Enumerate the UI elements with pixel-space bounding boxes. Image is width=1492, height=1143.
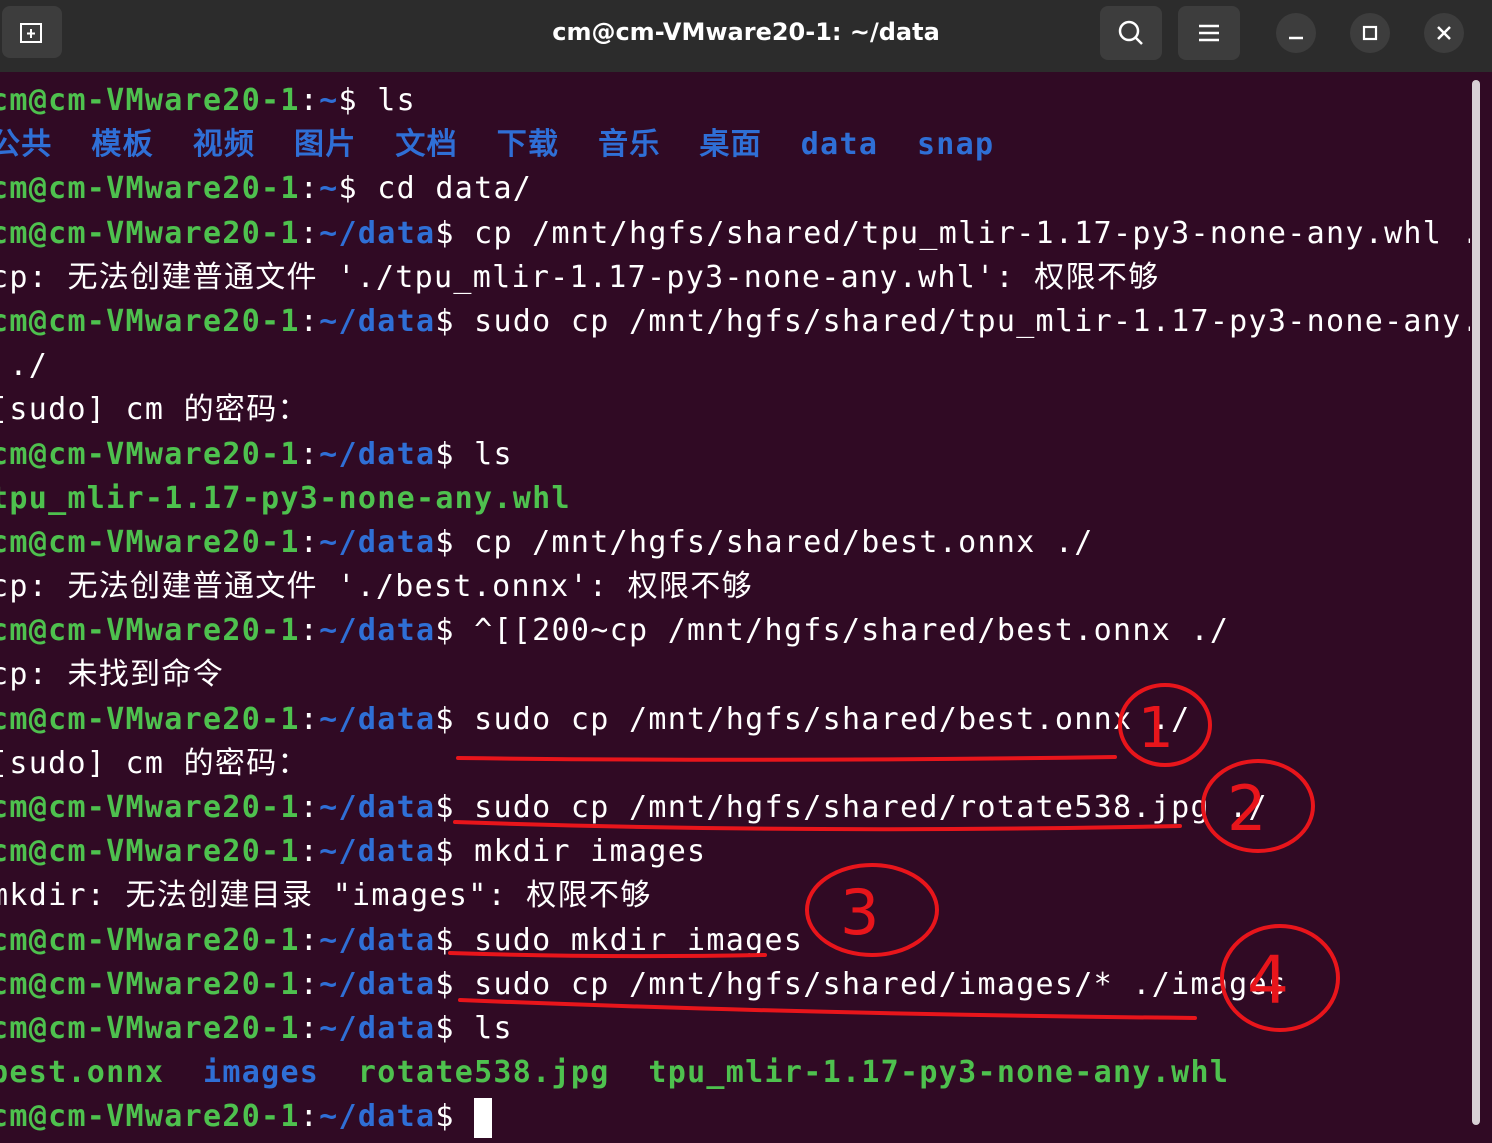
annotation-layer: 1 2 3 4 — [448, 683, 1340, 1032]
annotation-underline — [456, 755, 1117, 762]
annotation-underline — [448, 951, 767, 959]
annotation-number: 4 — [1247, 942, 1289, 1019]
annotation-number: 2 — [1227, 772, 1266, 845]
annotation-number: 3 — [840, 876, 879, 949]
annotation-number: 1 — [1138, 696, 1174, 761]
annotation-underline — [453, 820, 1182, 832]
annotation-underline — [458, 998, 1197, 1020]
